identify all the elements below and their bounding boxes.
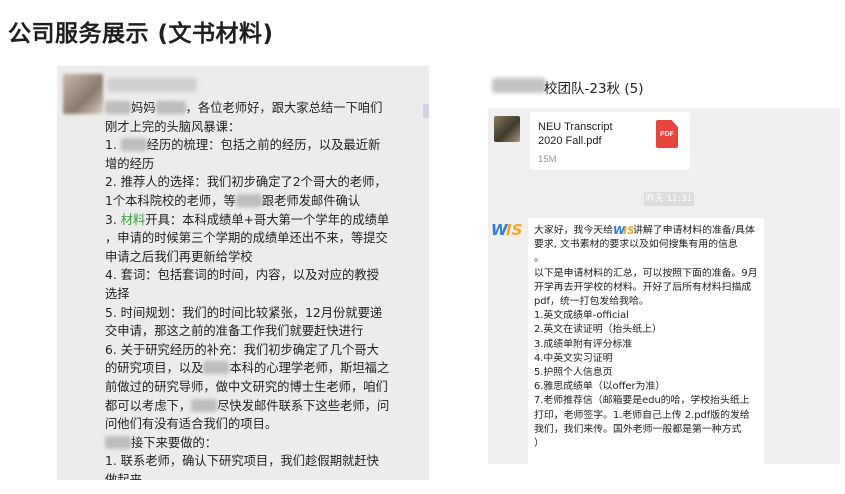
left-chat-screenshot: 妈妈 ，各位老师好，跟大家总结一下咱们刚才上完的头脑风暴课： 1. 经历的梳理：包括… xyxy=(57,66,429,480)
svg-text:IS: IS xyxy=(506,221,522,239)
message-line: 6. 关于研究经历的补充：我们初步确定了几个哥大 xyxy=(105,342,379,357)
message-line: 4. 套词：包括套词的时间，内容，以及对应的教授 xyxy=(105,268,379,283)
line-text: 1. xyxy=(105,138,121,153)
line-text: 本科的心理学老师，斯坦福之 xyxy=(229,361,390,376)
file-size: 15M xyxy=(538,154,557,165)
message-line: ） xyxy=(534,438,544,450)
message-bubble[interactable]: 大家好，我今天给WIS讲解了申请材料的准备/具体要求, 文书素材的要求以及如何搜… xyxy=(528,218,764,464)
right-chat-screenshot: 校团队-23秋 (5) NEU Transcript 2020 Fall.pdf… xyxy=(488,66,840,464)
message-line: 增的经历 xyxy=(105,156,155,171)
message-line: 2. 推荐人的选择：我们初步确定了2个哥大的老师， xyxy=(105,175,387,190)
pdf-icon-label: PDF xyxy=(660,131,674,138)
message-text: 大家好，我今天给WIS讲解了申请材料的准备/具体要求, 文书素材的要求以及如何搜… xyxy=(534,223,758,451)
message-line: 3.成绩单附有评分标准 xyxy=(534,338,633,350)
message-line: 问他们有没有适合我们的项目。 xyxy=(105,417,278,432)
page-title: 公司服务展示 (文书材料) xyxy=(8,21,274,47)
svg-text:IS: IS xyxy=(623,224,633,235)
message-line: 3. 材料开具：本科成绩单+哥大第一个学年的成绩单 xyxy=(105,211,425,230)
message-line: 做起来 xyxy=(105,472,142,480)
line-text: 经历的梳理：包括之前的经历，以及最近新 xyxy=(146,138,381,153)
avatar xyxy=(63,74,103,114)
redacted-name xyxy=(120,138,147,152)
message-line: 5.护照个人信息页 xyxy=(534,367,613,379)
redacted-name xyxy=(235,193,262,207)
redacted-name xyxy=(155,101,186,114)
chat-header: 校团队-23秋 (5) xyxy=(488,66,840,108)
timestamp: 昨天 11:31 xyxy=(644,192,694,206)
highlight-text: 材料 xyxy=(120,212,146,227)
message-line: 的研究项目，以及 本科的心理学老师，斯坦福之 xyxy=(105,359,425,378)
message-intro-pre: 大家好，我今天给 xyxy=(534,225,614,236)
message-line: 都可以考虑下， 尽快发邮件联系下这些老师，问 xyxy=(105,397,425,416)
message-line: 7.老师推荐信（邮箱要是edu的哈，学校抬头纸上打印，老师签字。1.老师自己上传… xyxy=(534,395,750,435)
message-line: ，申请的时候第三个学期的成绩单还出不来，等提交 xyxy=(105,231,388,246)
message-line: 前做过的研究导师，做中文研究的博士生老师，咱们 xyxy=(105,379,388,394)
redacted-name xyxy=(203,361,230,375)
message-line: 交申请，那这之前的准备工作我们就要赶快进行 xyxy=(105,324,364,339)
message-line: 妈妈 ，各位老师好，跟大家总结一下咱们 xyxy=(105,99,425,118)
message-dot: 。 xyxy=(534,253,544,265)
message-line: 接下来要做的： xyxy=(105,434,425,453)
left-chat-message: 妈妈 ，各位老师好，跟大家总结一下咱们刚才上完的头脑风暴课： 1. 经历的梳理：包括… xyxy=(105,99,425,480)
line-text: 3. xyxy=(105,212,121,227)
blurred-group-prefix xyxy=(492,78,546,93)
message-line: 1. 经历的梳理：包括之前的经历，以及最近新 xyxy=(105,136,425,155)
blurred-sender-name xyxy=(107,78,197,92)
message-line: 5. 时间规划：我们的时间比较紧张，12月份就要递 xyxy=(105,305,383,320)
wis-logo-icon: W IS xyxy=(491,221,522,239)
message-line: 1. 联系老师，确认下研究项目，我们趁假期就赶快 xyxy=(105,454,379,469)
redacted-name xyxy=(105,101,131,114)
message-line: 1个本科院校的老师，等 跟老师发邮件确认 xyxy=(105,192,425,211)
wis-inline-logo-icon: WIS xyxy=(613,224,633,235)
line-text: 接下来要做的： xyxy=(131,435,218,450)
line-text: 跟老师发邮件确认 xyxy=(261,193,361,208)
message-line: 选择 xyxy=(105,286,130,301)
file-name: NEU Transcript 2020 Fall.pdf xyxy=(538,121,613,147)
message-line: 6.雅思成绩单（以offer为准） xyxy=(534,381,666,393)
message-line: 1.英文成绩单-official xyxy=(534,310,629,322)
file-message-card[interactable]: NEU Transcript 2020 Fall.pdf 15M PDF xyxy=(530,112,690,170)
redacted-name xyxy=(105,435,131,449)
group-title: 校团队-23秋 (5) xyxy=(544,81,644,97)
line-text: 妈妈 xyxy=(131,101,156,115)
message-line: 以下是申请材料的汇总，可以按照下面的准备。9月开学再去开学校的材料。开好了后所有… xyxy=(534,267,758,308)
redacted-name xyxy=(191,398,218,412)
line-text: 开具：本科成绩单+哥大第一个学年的成绩单 xyxy=(145,212,390,227)
message-line: 2.英文在读证明（抬头纸上） xyxy=(534,324,662,336)
line-text: 的研究项目，以及 xyxy=(105,361,204,376)
avatar xyxy=(494,116,520,142)
message-lines: 以下是申请材料的汇总，可以按照下面的准备。9月开学再去开学校的材料。开好了后所有… xyxy=(534,267,758,452)
message-line: 4.中英文实习证明 xyxy=(534,352,613,364)
message-line: 申请之后我们再更新给学校 xyxy=(105,249,253,264)
line-text: ，各位老师好，跟大家总结一下咱们 xyxy=(185,101,383,115)
line-text: 1个本科院校的老师，等 xyxy=(105,193,236,208)
message-line: 刚才上完的头脑风暴课： xyxy=(105,119,241,134)
line-text: 尽快发邮件联系下这些老师，问 xyxy=(217,398,390,413)
line-text: 都可以考虑下， xyxy=(105,398,192,413)
